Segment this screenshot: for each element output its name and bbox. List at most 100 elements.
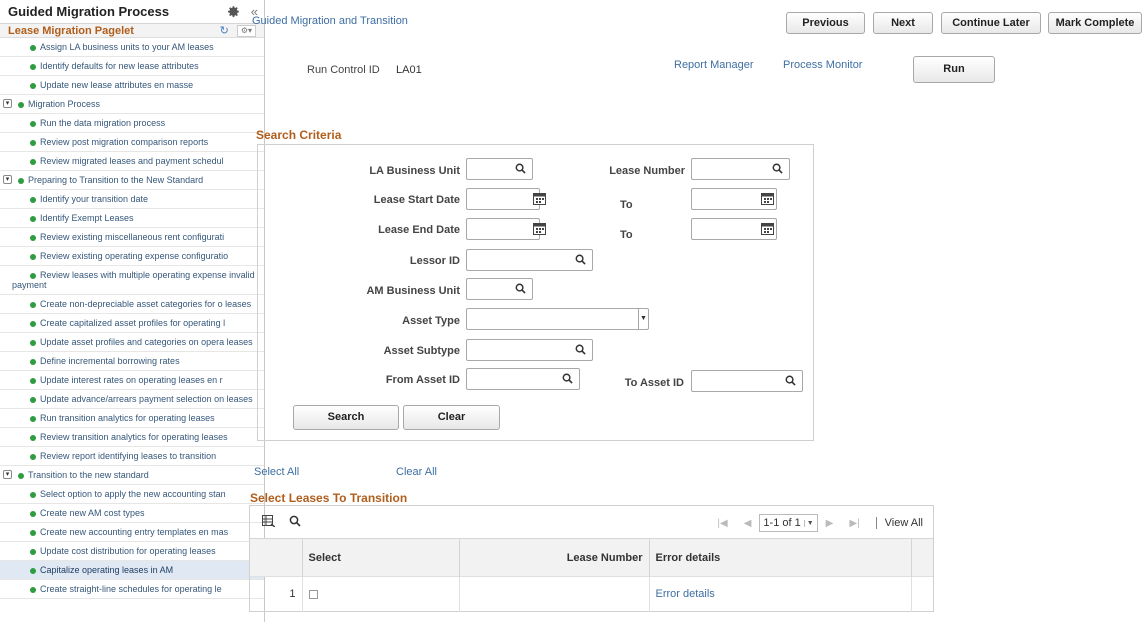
select-all-link[interactable]: Select All: [254, 466, 299, 478]
sidebar-step[interactable]: Create non-depreciable asset categories …: [0, 295, 264, 314]
sidebar-step[interactable]: Update interest rates on operating lease…: [0, 371, 264, 390]
search-icon[interactable]: [515, 283, 526, 297]
sidebar-step[interactable]: Identify defaults for new lease attribut…: [0, 57, 264, 76]
search-icon[interactable]: [562, 373, 573, 387]
collapse-section-icon[interactable]: ▾: [3, 99, 12, 108]
sidebar-step[interactable]: Review leases with multiple operating ex…: [0, 266, 264, 295]
status-dot-icon: [30, 549, 36, 555]
status-dot-icon: [30, 45, 36, 51]
to-asset-id-label: To Asset ID: [624, 377, 684, 389]
mark-complete-button[interactable]: Mark Complete: [1048, 12, 1142, 34]
sidebar-header: Guided Migration Process «: [0, 0, 264, 24]
search-icon[interactable]: [515, 163, 526, 177]
sidebar-step[interactable]: Run the data migration process: [0, 114, 264, 133]
calendar-icon[interactable]: [533, 222, 546, 235]
table-header-row: Select Lease Number Error details: [250, 538, 933, 577]
gear-icon[interactable]: [227, 5, 241, 19]
sidebar-step[interactable]: Create new AM cost types: [0, 504, 264, 523]
sidebar-step-label: Create new accounting entry templates en…: [40, 527, 229, 537]
am-business-unit-input[interactable]: [466, 278, 533, 300]
sidebar-step-label: Run transition analytics for operating l…: [40, 413, 215, 423]
collapse-section-icon[interactable]: ▾: [3, 175, 12, 184]
calendar-icon[interactable]: [761, 192, 774, 205]
continue-later-button[interactable]: Continue Later: [941, 12, 1041, 34]
search-icon[interactable]: [772, 163, 783, 177]
grid-toolbar: |◀ ◀ 1-1 of 1 ▼ ▶ ▶| View All: [250, 506, 933, 538]
previous-button[interactable]: Previous: [786, 12, 865, 34]
clear-all-link[interactable]: Clear All: [396, 466, 437, 478]
sidebar-section[interactable]: ▾ Transition to the new standard: [0, 466, 264, 485]
sidebar-step[interactable]: Select option to apply the new accountin…: [0, 485, 264, 504]
asset-subtype-input[interactable]: [466, 339, 593, 361]
sidebar-section[interactable]: ▾ Migration Process: [0, 95, 264, 114]
search-button[interactable]: Search: [293, 405, 399, 430]
sidebar-step[interactable]: Create new accounting entry templates en…: [0, 523, 264, 542]
lease-number-input[interactable]: [691, 158, 790, 180]
leases-table: Select Lease Number Error details 1 Erro…: [250, 538, 933, 612]
asset-type-select[interactable]: ▼: [466, 308, 649, 330]
error-details-link[interactable]: Error details: [656, 588, 715, 600]
find-icon[interactable]: [289, 515, 301, 530]
personalize-icon[interactable]: [262, 515, 276, 530]
sidebar-step[interactable]: Run transition analytics for operating l…: [0, 409, 264, 428]
sidebar-step[interactable]: Review existing miscellaneous rent confi…: [0, 228, 264, 247]
search-icon[interactable]: [785, 375, 796, 389]
sidebar-step[interactable]: Review transition analytics for operatin…: [0, 428, 264, 447]
search-icon[interactable]: [575, 344, 586, 358]
first-page-icon[interactable]: |◀: [717, 518, 727, 529]
sidebar-step[interactable]: Capitalize operating leases in AM: [0, 561, 264, 580]
status-dot-icon: [30, 254, 36, 260]
sidebar-step[interactable]: Review migrated leases and payment sched…: [0, 152, 264, 171]
status-dot-icon: [30, 454, 36, 460]
clear-button[interactable]: Clear: [403, 405, 500, 430]
sidebar-step[interactable]: Update cost distribution for operating l…: [0, 542, 264, 561]
status-dot-icon: [30, 216, 36, 222]
status-dot-icon: [30, 140, 36, 146]
row-select-checkbox[interactable]: [308, 589, 318, 599]
calendar-icon[interactable]: [533, 192, 546, 205]
sidebar-step[interactable]: Define incremental borrowing rates: [0, 352, 264, 371]
sidebar-section[interactable]: ▾ Preparing to Transition to the New Stan…: [0, 171, 264, 190]
status-dot-icon: [30, 511, 36, 517]
search-criteria-title: Search Criteria: [256, 128, 342, 142]
sidebar-step[interactable]: Update new lease attributes en masse: [0, 76, 264, 95]
sidebar-step-label: Update new lease attributes en masse: [40, 80, 194, 90]
sidebar-step[interactable]: Review report identifying leases to tran…: [0, 447, 264, 466]
lease-end-date-input: [466, 218, 540, 240]
sidebar-step[interactable]: Assign LA business units to your AM leas…: [0, 38, 264, 57]
sidebar-step[interactable]: Update asset profiles and categories on …: [0, 333, 264, 352]
run-button[interactable]: Run: [913, 56, 995, 83]
page-select[interactable]: 1-1 of 1 ▼: [759, 514, 818, 532]
status-dot-icon: [30, 83, 36, 89]
last-page-icon[interactable]: ▶|: [849, 518, 859, 529]
to-asset-id-input[interactable]: [691, 370, 803, 392]
sidebar-step[interactable]: Create straight-line schedules for opera…: [0, 580, 264, 599]
collapse-section-icon[interactable]: ▾: [3, 470, 12, 479]
view-all-link[interactable]: View All: [885, 517, 923, 529]
from-asset-id-input[interactable]: [466, 368, 580, 390]
status-dot-icon: [30, 378, 36, 384]
sidebar-step[interactable]: Identify Exempt Leases: [0, 209, 264, 228]
next-page-icon[interactable]: ▶: [826, 518, 834, 529]
dropdown-arrow-icon[interactable]: ▼: [638, 309, 648, 329]
pagelet-header: Lease Migration Pagelet ↻ ⚙▾: [0, 24, 264, 38]
lease-start-date-label: Lease Start Date: [373, 194, 460, 206]
lease-number-header: Lease Number: [459, 538, 650, 577]
report-manager-link[interactable]: Report Manager: [674, 59, 754, 71]
sidebar-step[interactable]: Create capitalized asset profiles for op…: [0, 314, 264, 333]
sidebar-step[interactable]: Update advance/arrears payment selection…: [0, 390, 264, 409]
lessor-id-input[interactable]: [466, 249, 593, 271]
refresh-icon[interactable]: ↻: [220, 24, 229, 37]
search-icon[interactable]: [575, 254, 586, 268]
sidebar-step[interactable]: Review existing operating expense config…: [0, 247, 264, 266]
sidebar-step[interactable]: Review post migration comparison reports: [0, 133, 264, 152]
next-button[interactable]: Next: [873, 12, 933, 34]
sidebar-step[interactable]: Identify your transition date: [0, 190, 264, 209]
process-monitor-link[interactable]: Process Monitor: [783, 59, 862, 71]
calendar-icon[interactable]: [761, 222, 774, 235]
previous-page-icon[interactable]: ◀: [744, 518, 752, 529]
sidebar-step-label: Assign LA business units to your AM leas…: [40, 42, 214, 52]
sidebar-step-label: Review report identifying leases to tran…: [40, 451, 217, 461]
pagelet-title: Lease Migration Pagelet: [8, 24, 134, 37]
la-business-unit-input[interactable]: [466, 158, 533, 180]
